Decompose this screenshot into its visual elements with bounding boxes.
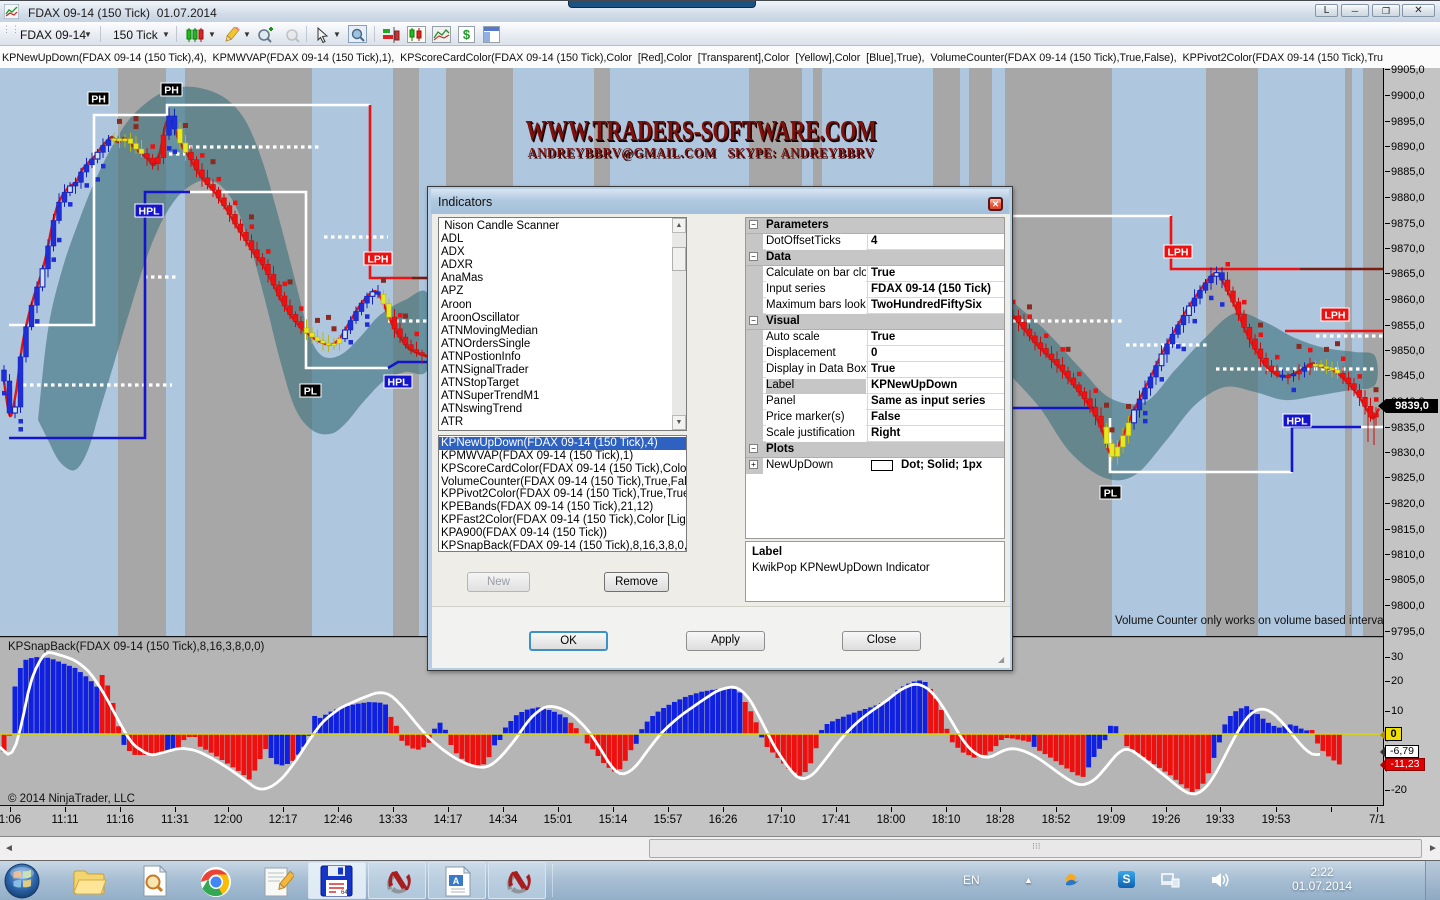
svg-text:LPH: LPH [1325,310,1346,322]
svg-text:LPH: LPH [368,254,389,266]
svg-text:PL: PL [1104,488,1118,500]
svg-text:PH: PH [91,94,106,106]
svg-text:HPL: HPL [388,377,410,389]
svg-text:64: 64 [341,890,348,896]
svg-text:HPL: HPL [1287,416,1309,428]
svg-text:$: $ [463,27,471,42]
svg-text:PL: PL [304,386,318,398]
svg-text:HPL: HPL [139,206,161,218]
svg-text:A: A [453,876,460,886]
svg-text:PH: PH [164,85,179,97]
svg-text:LPH: LPH [1168,247,1189,259]
